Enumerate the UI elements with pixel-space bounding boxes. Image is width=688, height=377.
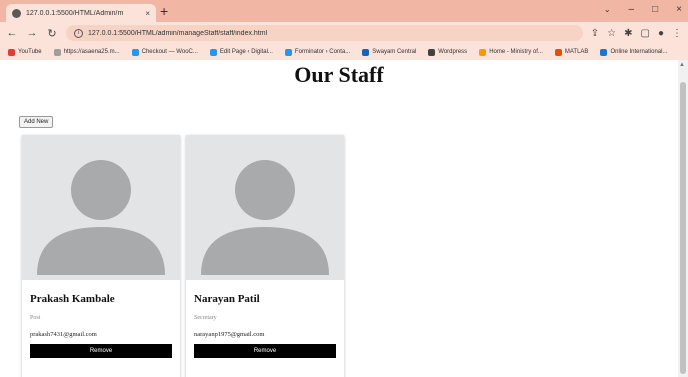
globe-icon [12, 8, 21, 18]
bookmark-item[interactable]: Online International... [600, 48, 668, 56]
info-icon[interactable]: i [74, 28, 83, 38]
minimize-button[interactable]: – [629, 4, 635, 15]
new-tab-button[interactable]: + [160, 3, 168, 19]
bookmark-item[interactable]: Wordpress [428, 48, 468, 56]
bookmark-favicon-icon [428, 48, 436, 56]
url-text: 127.0.0.1:5500/HTML/admin/manageStaff/st… [88, 29, 268, 37]
browser-tab-strip: 127.0.0.1:5500/HTML/Admin/m × + ⌄ – □ × [0, 0, 688, 22]
remove-button[interactable]: Remove [194, 344, 336, 358]
bookmark-item[interactable]: MATLAB [554, 48, 589, 56]
bookmark-item[interactable]: Forminator › Conta... [284, 48, 351, 56]
back-arrow-icon[interactable]: ← [6, 27, 18, 39]
bookmark-favicon-icon [209, 48, 217, 56]
window-controls: ⌄ – □ × [604, 4, 682, 15]
bookmark-label: MATLAB [564, 49, 589, 55]
maximize-button[interactable]: □ [652, 4, 658, 15]
bookmark-star-icon[interactable]: ☆ [607, 28, 616, 39]
page-viewport: Our Staff Add New Prakash Kambale Post p… [0, 60, 678, 377]
forward-arrow-icon[interactable]: → [26, 27, 38, 39]
page-scrollbar[interactable]: ▲ [678, 60, 688, 377]
bookmark-label: Wordpress [438, 49, 468, 55]
browser-tab[interactable]: 127.0.0.1:5500/HTML/Admin/m × [6, 4, 156, 22]
scroll-thumb[interactable] [680, 82, 686, 374]
bookmark-label: Checkout — WooC... [141, 49, 198, 55]
staff-name: Prakash Kambale [30, 293, 115, 305]
staff-email: narayanp1975@gmail.com [194, 331, 265, 338]
bookmark-favicon-icon [284, 48, 292, 56]
close-window-button[interactable]: × [676, 4, 682, 15]
tab-title: 127.0.0.1:5500/HTML/Admin/m [26, 9, 124, 17]
staff-card: Narayan Patil Secretary narayanp1975@gma… [186, 135, 344, 377]
person-silhouette-icon [201, 160, 329, 275]
bookmark-favicon-icon [554, 48, 562, 56]
avatar-placeholder [186, 135, 344, 280]
page-title: Our Staff [294, 62, 384, 87]
share-icon[interactable]: ⇪ [591, 28, 599, 39]
bookmark-favicon-icon [131, 48, 139, 56]
staff-name: Narayan Patil [194, 293, 260, 305]
remove-button[interactable]: Remove [30, 344, 172, 358]
extensions-icon[interactable]: ✱ [624, 28, 632, 39]
bookmark-label: Forminator › Conta... [294, 49, 351, 55]
bookmark-item[interactable]: Home - Ministry of... [479, 48, 543, 56]
profile-avatar-icon[interactable]: ● [658, 28, 664, 39]
staff-card: Prakash Kambale Post prakash7431@gmail.c… [22, 135, 180, 377]
tab-search-icon[interactable]: ⌄ [604, 5, 611, 15]
staff-role: Post [30, 315, 41, 321]
bookmark-label: https://asaena25.m... [63, 49, 120, 55]
bookmark-item[interactable]: https://asaena25.m... [53, 48, 120, 56]
reload-icon[interactable]: ↻ [46, 27, 58, 40]
staff-email: prakash7431@gmail.com [30, 331, 97, 338]
menu-kebab-icon[interactable]: ⋮ [672, 28, 682, 39]
bookmark-favicon-icon [8, 48, 15, 56]
bookmarks-bar: YouTube https://asaena25.m... Checkout — W… [0, 44, 688, 60]
address-bar[interactable]: i 127.0.0.1:5500/HTML/admin/manageStaff/… [66, 25, 583, 41]
bookmark-label: Home - Ministry of... [489, 49, 543, 55]
add-new-button[interactable]: Add New [19, 116, 54, 128]
bookmark-item[interactable]: Checkout — WooC... [131, 48, 198, 56]
scroll-up-arrow-icon[interactable]: ▲ [679, 62, 685, 68]
bookmark-label: Online International... [610, 49, 668, 55]
bookmark-favicon-icon [53, 48, 61, 56]
bookmark-label: Edit Page ‹ Digital... [219, 49, 273, 55]
bookmark-item[interactable]: Edit Page ‹ Digital... [209, 48, 273, 56]
bookmark-item[interactable]: Swayam Central [362, 48, 417, 56]
toolbar-actions: ⇪ ☆ ✱ ▢ ● ⋮ [591, 28, 682, 39]
bookmark-favicon-icon [600, 48, 608, 56]
staff-role: Secretary [194, 315, 217, 321]
bookmark-favicon-icon [479, 48, 487, 56]
person-silhouette-icon [37, 160, 165, 275]
bookmark-label: Swayam Central [372, 49, 417, 55]
bookmark-label: YouTube [18, 49, 42, 55]
browser-toolbar: ← → ↻ i 127.0.0.1:5500/HTML/admin/manage… [0, 22, 688, 44]
bookmark-item[interactable]: YouTube [8, 48, 42, 56]
sidebar-icon[interactable]: ▢ [641, 28, 650, 39]
avatar-placeholder [22, 135, 180, 280]
close-tab-icon[interactable]: × [145, 9, 150, 18]
bookmark-favicon-icon [362, 48, 370, 56]
